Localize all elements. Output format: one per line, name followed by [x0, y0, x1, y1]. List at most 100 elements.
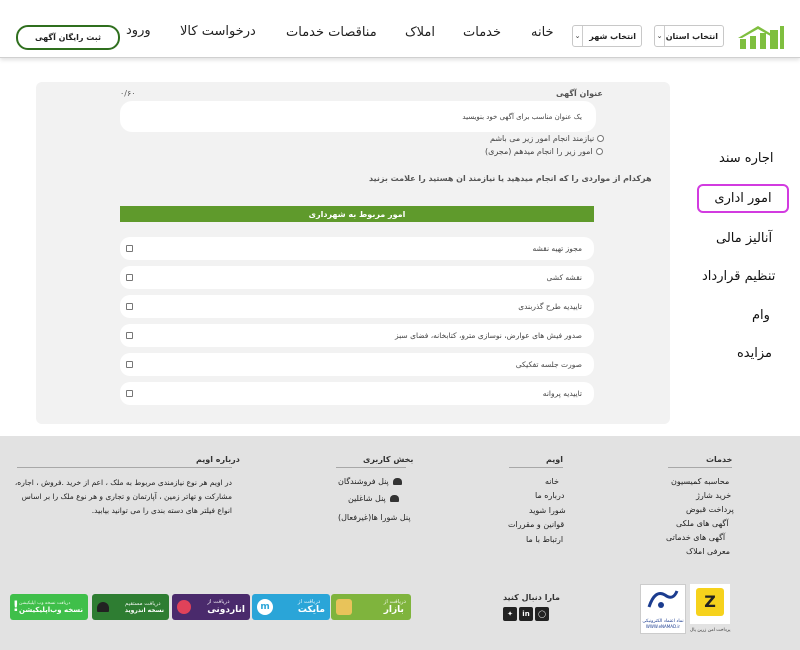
- checkbox[interactable]: [126, 332, 133, 339]
- checklist-item[interactable]: نقشه کشی: [120, 266, 594, 289]
- footer-link[interactable]: قوانین و مقررات: [508, 520, 564, 529]
- footer-owim-title: اویم: [546, 455, 563, 464]
- ad-title-placeholder: یک عنوان مناسب برای آگهی خود بنویسید: [462, 112, 582, 121]
- checklist-item[interactable]: صدور فیش های عوارض، نوسازی مترو، کتابخان…: [120, 324, 594, 347]
- divider: [668, 467, 732, 468]
- radio-circle[interactable]: [597, 135, 605, 142]
- nav-login[interactable]: ورود: [126, 23, 151, 38]
- radio-need-label: نیازمند انجام امور زیر می باشم: [490, 134, 595, 143]
- bazaar-bag-icon: [336, 599, 352, 615]
- checklist-label: مجوز تهیه نقشه: [532, 244, 582, 253]
- checklist-item[interactable]: تاییدیه پروانه: [120, 382, 594, 405]
- footer-link[interactable]: خانه: [545, 477, 559, 486]
- sidebar-item-auction[interactable]: مزایده: [737, 346, 772, 361]
- footer-follow-title: مارا دنبال کنید: [503, 593, 560, 602]
- checklist-label: صدور فیش های عوارض، نوسازی مترو، کتابخان…: [395, 331, 582, 340]
- footer-link[interactable]: آگهی های خدماتی: [666, 533, 725, 542]
- myket-download-badge[interactable]: دریافت از مایکت m: [252, 594, 330, 620]
- enamad-trust-seal[interactable]: نماد اعتماد الکترونیکی WWW.eNAMAD.ir: [640, 584, 686, 634]
- site-header: انتخاب استان ⌄ انتخاب شهر ⌄ خانه خدمات ا…: [0, 0, 800, 58]
- footer-link-label: پنل شاغلین: [348, 494, 386, 503]
- nav-services[interactable]: خدمات: [463, 25, 501, 40]
- nav-home[interactable]: خانه: [531, 25, 554, 40]
- ad-title-input[interactable]: یک عنوان مناسب برای آگهی خود بنویسید: [120, 101, 596, 132]
- footer-link[interactable]: معرفی املاک: [686, 547, 730, 556]
- checklist-item[interactable]: صورت جلسه تفکیکی: [120, 353, 594, 376]
- footer-link[interactable]: محاسبه کمیسیون: [671, 477, 729, 486]
- checklist-item[interactable]: مجوز تهیه نقشه: [120, 237, 594, 260]
- footer-link-seller-panel[interactable]: پنل فروشندگان: [338, 477, 402, 486]
- zarinpal-trust-seal[interactable]: Z: [690, 584, 730, 624]
- zarinpal-caption: پرداخت امن زرین پال: [690, 628, 731, 633]
- footer-link[interactable]: خرید شارژ: [696, 491, 731, 500]
- sidebar-item-administrative-affairs[interactable]: امور اداری: [697, 184, 789, 213]
- title-label: عنوان آگهی: [556, 89, 603, 98]
- checkbox[interactable]: [126, 361, 133, 368]
- city-select[interactable]: انتخاب شهر ⌄: [572, 25, 642, 47]
- android-icon: [392, 478, 402, 485]
- badge-main: اناردونی: [207, 605, 245, 615]
- badge-main: نسخه اندروید: [124, 606, 164, 614]
- divider: [17, 467, 232, 468]
- province-select[interactable]: انتخاب استان ⌄: [654, 25, 724, 47]
- checkbox[interactable]: [126, 274, 133, 281]
- android-download-badge[interactable]: دریافت مستقیم نسخه اندروید: [92, 594, 169, 620]
- radio-provide-services[interactable]: امور زیر را انجام میدهم (مجری): [485, 147, 603, 156]
- checklist-label: صورت جلسه تفکیکی: [515, 360, 582, 369]
- sidebar-item-contract-setup[interactable]: تنظیم قرارداد: [702, 269, 775, 284]
- enamad-logo: [647, 590, 679, 608]
- footer-link[interactable]: پرداخت قبوض: [686, 505, 734, 514]
- char-counter: ۰/۶۰: [120, 89, 136, 98]
- nav-properties[interactable]: املاک: [405, 25, 435, 40]
- footer-link-council-panel[interactable]: پنل شورا ها(غیرفعال): [338, 513, 411, 522]
- badge-sub: دریافت از: [207, 599, 230, 605]
- divider: [336, 467, 406, 468]
- footer-link[interactable]: درباره ما: [535, 491, 564, 500]
- myket-logo-icon: m: [257, 599, 273, 615]
- badge-text: دریافت نسخه وب اپلیکیشن نسخه وب‌اپلیکیشن: [19, 601, 83, 614]
- nav-goods-request[interactable]: درخواست کالا: [180, 24, 256, 39]
- sidebar-item-document-lease[interactable]: اجاره سند: [719, 151, 773, 166]
- footer-link[interactable]: شورا شوید: [529, 506, 566, 515]
- checkbox[interactable]: [126, 303, 133, 310]
- checklist-item[interactable]: تاییدیه طرح گذربندی: [120, 295, 594, 318]
- checklist-label: تاییدیه طرح گذربندی: [518, 302, 582, 311]
- footer-link-worker-panel[interactable]: پنل شاغلین: [348, 494, 399, 503]
- linkedin-icon[interactable]: in: [519, 607, 533, 621]
- badge-sub: دریافت نسخه وب اپلیکیشن: [19, 600, 71, 606]
- radio-provide-label: امور زیر را انجام میدهم (مجری): [485, 147, 593, 156]
- radio-need-services[interactable]: نیازمند انجام امور زیر می باشم: [490, 134, 605, 143]
- instagram-icon[interactable]: ◯: [535, 607, 549, 621]
- footer-link[interactable]: ارتباط با ما: [526, 535, 563, 544]
- radio-circle[interactable]: [595, 148, 603, 155]
- badge-sub: دریافت از: [297, 599, 321, 605]
- footer-link-label: پنل فروشندگان: [338, 477, 389, 486]
- badge-text: دریافت از اناردونی: [207, 599, 245, 615]
- webapp-download-badge[interactable]: دریافت نسخه وب اپلیکیشن نسخه وب‌اپلیکیشن…: [10, 594, 88, 620]
- footer-user-title: بخش کاربری: [363, 455, 414, 464]
- checkbox[interactable]: [126, 390, 133, 397]
- section-header-municipality: امور مربوط به شهرداری: [120, 206, 594, 222]
- badge-text: دریافت مستقیم نسخه اندروید: [125, 601, 164, 614]
- nav-service-tenders[interactable]: مناقصات خدمات: [286, 25, 377, 40]
- checklist-label: تاییدیه پروانه: [542, 389, 582, 398]
- checkbox[interactable]: [126, 245, 133, 252]
- enamad-url: WWW.eNAMAD.ir: [645, 624, 681, 629]
- site-logo[interactable]: [736, 24, 786, 50]
- badge-text: دریافت از بازار: [384, 599, 406, 615]
- free-ad-button[interactable]: ثبت رایگان آگهی: [16, 25, 120, 50]
- badge-main: مایکت: [297, 605, 325, 615]
- sidebar-item-financial-analysis[interactable]: آنالیز مالی: [716, 231, 772, 246]
- sidebar-item-loan[interactable]: وام: [752, 308, 770, 323]
- footer-about-title: درباره اویم: [196, 455, 240, 464]
- footer-about-text: در اویم هر نوع نیازمندی مربوط به ملک ، ا…: [14, 478, 232, 515]
- checklist-label: نقشه کشی: [546, 273, 583, 282]
- badge-main: نسخه وب‌اپلیکیشن: [19, 605, 83, 614]
- twitter-icon[interactable]: ✦: [503, 607, 517, 621]
- android-icon: [389, 495, 399, 502]
- badge-main: بازار: [383, 605, 404, 615]
- footer-link[interactable]: آگهی های ملکی: [676, 519, 728, 528]
- bazaar-download-badge[interactable]: دریافت از بازار: [331, 594, 411, 620]
- badge-text: دریافت از مایکت: [298, 599, 325, 615]
- anardoni-download-badge[interactable]: دریافت از اناردونی: [172, 594, 250, 620]
